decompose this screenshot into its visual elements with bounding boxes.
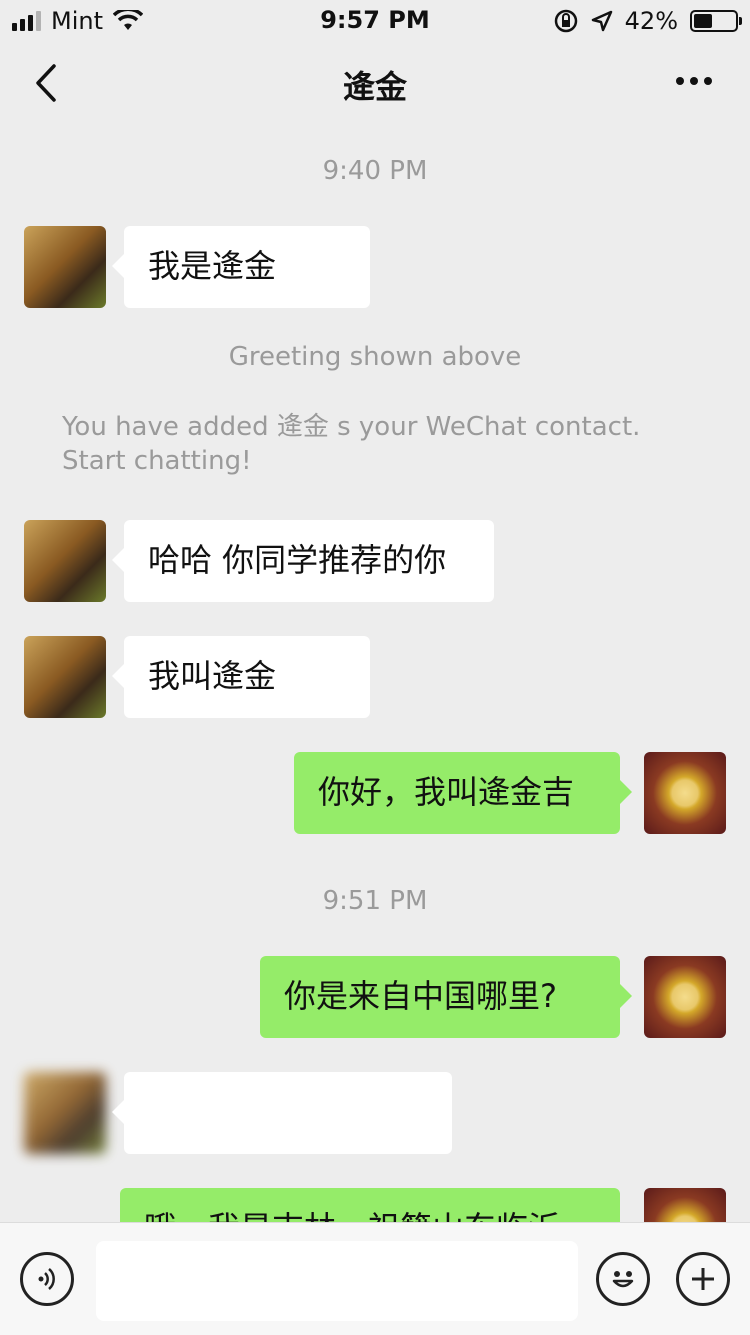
message-text: 你好，我叫逄金吉: [318, 773, 575, 811]
avatar[interactable]: [24, 226, 106, 308]
system-added-part2: s your WeChat contact.: [337, 412, 641, 442]
message-input[interactable]: [96, 1241, 578, 1321]
message-bubble-outgoing[interactable]: 你是来自中国哪里?: [260, 956, 632, 1038]
message-text: 我叫逄金: [148, 657, 277, 695]
avatar[interactable]: [24, 636, 106, 718]
battery-icon: [690, 10, 742, 32]
timestamp: 9:40 PM: [322, 156, 428, 186]
status-right: 42%: [553, 7, 742, 35]
emoji-icon[interactable]: [596, 1252, 650, 1306]
system-greeting: Greeting shown above: [228, 342, 522, 372]
my-avatar[interactable]: [644, 752, 726, 834]
message-bubble-incoming[interactable]: 哈哈 你同学推荐的你: [112, 520, 494, 602]
message-text: 哈哈 你同学推荐的你: [148, 541, 447, 579]
avatar[interactable]: [24, 520, 106, 602]
message-text: 我是逄金: [148, 247, 277, 285]
avatar[interactable]: [24, 1072, 106, 1154]
more-dots-icon[interactable]: [674, 66, 714, 96]
status-bar: Mint 9:57 PM 42%: [0, 0, 750, 40]
system-added-message: You have added 逄金 s your WeChat contact.…: [62, 410, 712, 478]
chat-title: 逄金: [342, 68, 407, 106]
message-bubble-incoming[interactable]: 我是逄金: [112, 226, 370, 308]
message-bubble-outgoing[interactable]: 你好，我叫逄金吉: [294, 752, 632, 834]
input-bar: [0, 1222, 750, 1335]
my-avatar[interactable]: [644, 956, 726, 1038]
chat-header: 逄金: [0, 44, 750, 124]
timestamp: 9:51 PM: [322, 886, 428, 916]
battery-percent: 42%: [624, 7, 678, 35]
system-added-part3: Start chatting!: [62, 446, 252, 476]
message-bubble-incoming[interactable]: [112, 1072, 452, 1154]
voice-icon[interactable]: [20, 1252, 74, 1306]
orientation-lock-icon: [554, 9, 577, 33]
system-added-part1: You have added 逄金: [62, 412, 329, 442]
message-bubble-incoming[interactable]: 我叫逄金: [112, 636, 370, 718]
plus-icon[interactable]: [676, 1252, 730, 1306]
location-icon: [591, 10, 612, 32]
message-text: 你是来自中国哪里?: [284, 977, 557, 1015]
